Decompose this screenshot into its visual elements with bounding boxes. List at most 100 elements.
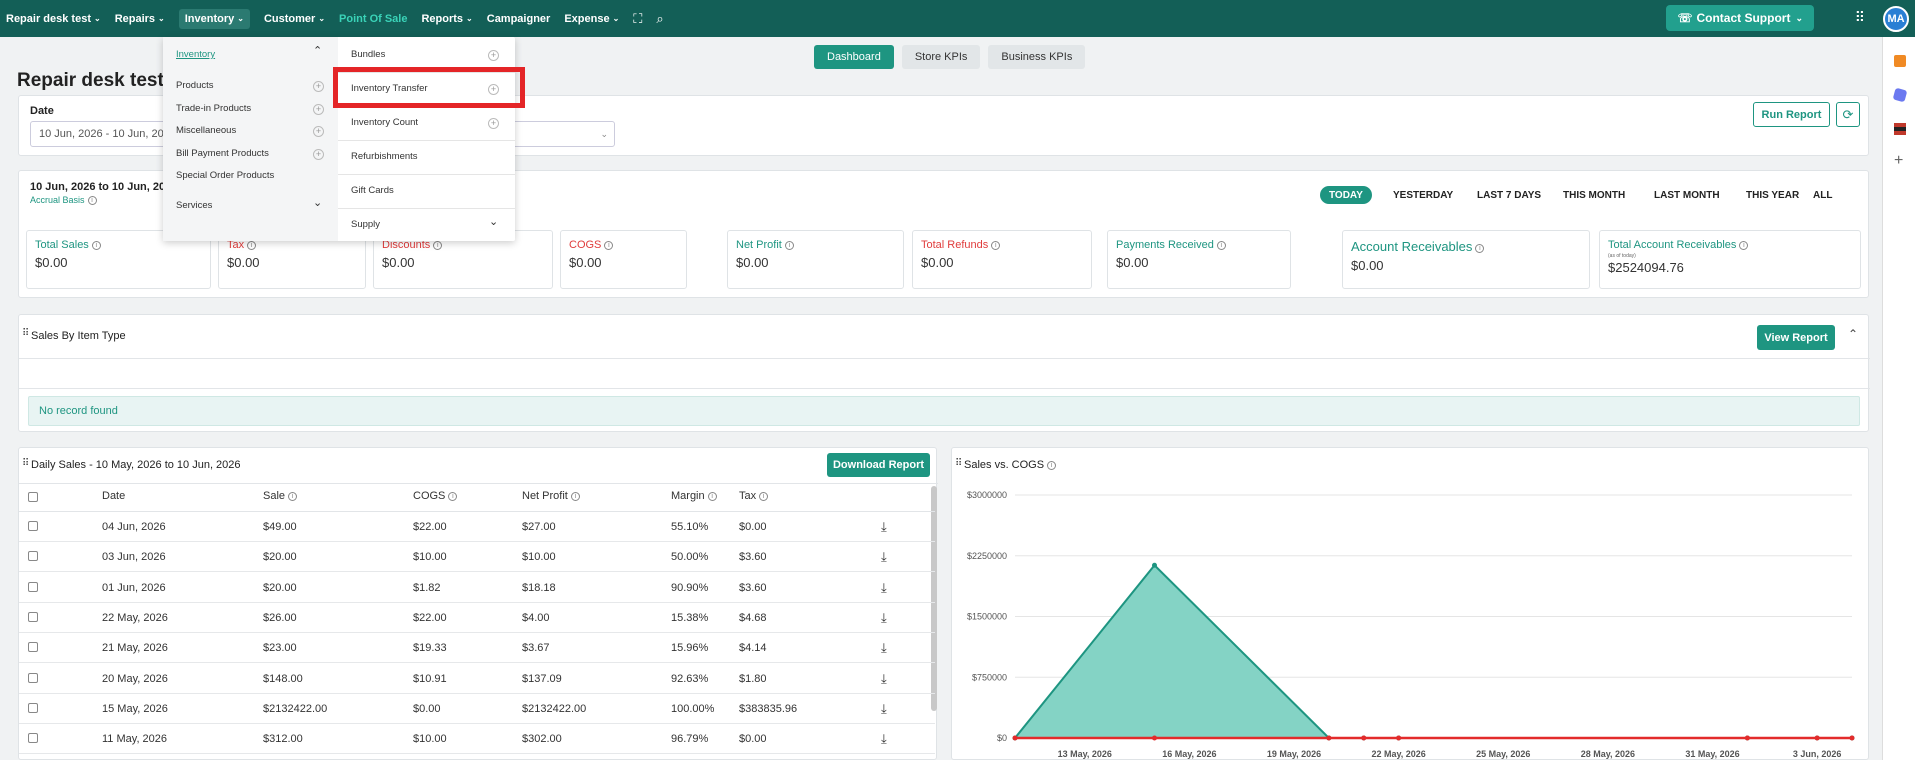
add-icon[interactable]: +: [1894, 153, 1906, 169]
period-this-year[interactable]: THIS YEAR: [1737, 186, 1808, 204]
dropdown-item-inventory-count[interactable]: Inventory Count: [351, 117, 418, 128]
info-icon[interactable]: i: [759, 492, 769, 501]
dropdown-item-inventory[interactable]: Inventory: [176, 49, 215, 60]
info-icon[interactable]: i: [288, 492, 298, 501]
avatar[interactable]: MA: [1883, 6, 1909, 32]
chevron-up-icon[interactable]: ⌃: [313, 44, 322, 57]
kpi-total-account-receivables: Total Account Receivables i (as of today) $…: [1599, 230, 1861, 289]
info-icon[interactable]: i: [784, 241, 794, 250]
apps-grid-icon[interactable]: ⠿: [1855, 9, 1865, 26]
dropdown-item-special-order-products[interactable]: Special Order Products: [176, 170, 274, 181]
dropdown-item-services[interactable]: Services: [176, 200, 212, 211]
nav-label: Expense: [564, 12, 610, 25]
period-all[interactable]: ALL: [1804, 186, 1841, 204]
y-tick-label: $0: [997, 733, 1007, 743]
date-range-input[interactable]: 10 Jun, 2026 - 10 Jun, 20: [30, 121, 180, 147]
plus-icon[interactable]: +: [488, 50, 499, 61]
download-icon[interactable]: ⤓: [881, 731, 887, 747]
nav-expense[interactable]: Expense ⌄: [564, 13, 619, 25]
period-today[interactable]: TODAY: [1320, 186, 1372, 204]
info-icon[interactable]: i: [1216, 241, 1226, 250]
info-icon[interactable]: i: [570, 492, 580, 501]
drag-handle-icon[interactable]: ⠿: [22, 328, 29, 339]
row-checkbox[interactable]: [28, 672, 38, 683]
dropdown-item-trade-in-products[interactable]: Trade-in Products: [176, 103, 251, 114]
nav-repairs[interactable]: Repairs ⌄: [115, 13, 165, 25]
divider: [338, 140, 515, 141]
summary-range: 10 Jun, 2026 to 10 Jun, 20: [30, 181, 166, 193]
download-icon[interactable]: ⤓: [881, 640, 887, 656]
office-icon[interactable]: [1894, 123, 1906, 135]
plus-icon[interactable]: +: [488, 118, 499, 129]
table-cell: $383835.96: [739, 702, 798, 715]
collapse-icon[interactable]: ⌃: [1848, 327, 1858, 341]
run-report-button[interactable]: Run Report: [1753, 102, 1830, 127]
dropdown-item-supply[interactable]: Supply: [351, 219, 380, 230]
refresh-icon[interactable]: ⟳: [1836, 102, 1860, 127]
dropdown-item-bundles[interactable]: Bundles: [351, 49, 385, 60]
kpi-label: Account Receivables i: [1351, 239, 1581, 254]
plus-icon[interactable]: +: [313, 81, 324, 92]
plus-icon[interactable]: +: [313, 104, 324, 115]
table-cell: 01 Jun, 2026: [102, 581, 166, 594]
plus-icon[interactable]: +: [313, 126, 324, 137]
scan-icon[interactable]: ⛶: [633, 11, 642, 27]
chat-icon[interactable]: [1894, 55, 1906, 67]
nav-campaigner[interactable]: Campaigner: [487, 13, 551, 25]
row-checkbox[interactable]: [28, 702, 38, 713]
info-icon[interactable]: i: [448, 492, 458, 501]
row-checkbox[interactable]: [28, 733, 38, 744]
info-icon[interactable]: i: [604, 241, 614, 250]
contact-support-button[interactable]: ☏ Contact Support ⌄: [1666, 5, 1814, 31]
info-icon[interactable]: i: [433, 241, 443, 250]
view-report-button[interactable]: View Report: [1757, 325, 1835, 350]
tab-business-kpis[interactable]: Business KPIs: [988, 45, 1086, 69]
nav-reports[interactable]: Reports ⌄: [421, 13, 472, 25]
period-last-month[interactable]: LAST MONTH: [1645, 186, 1729, 204]
data-point: [1361, 735, 1367, 741]
kpi-label-text: Total Account Receivables: [1608, 239, 1737, 251]
download-icon[interactable]: ⤓: [881, 519, 887, 535]
chevron-down-icon[interactable]: ⌄: [313, 196, 322, 209]
row-checkbox[interactable]: [28, 642, 38, 653]
download-icon[interactable]: ⤓: [881, 671, 887, 687]
download-icon[interactable]: ⤓: [881, 580, 887, 596]
drag-handle-icon[interactable]: ⠿: [22, 458, 29, 469]
tab-store-kpis[interactable]: Store KPIs: [901, 45, 981, 69]
info-icon[interactable]: i: [1739, 241, 1749, 250]
drag-handle-icon[interactable]: ⠿: [955, 458, 962, 469]
chevron-down-icon[interactable]: ⌄: [489, 215, 498, 228]
info-icon[interactable]: i: [707, 492, 717, 501]
dropdown-item-products[interactable]: Products: [176, 80, 214, 91]
right-sidebar: +: [1882, 37, 1915, 760]
period-this-month[interactable]: THIS MONTH: [1554, 186, 1634, 204]
download-icon[interactable]: ⤓: [881, 701, 887, 717]
nav-customer[interactable]: Customer ⌄: [264, 13, 325, 25]
download-report-button[interactable]: Download Report: [827, 453, 930, 477]
dropdown-item-gift-cards[interactable]: Gift Cards: [351, 185, 394, 196]
puzzle-icon[interactable]: [1892, 87, 1908, 103]
info-icon[interactable]: i: [1475, 244, 1485, 253]
download-icon[interactable]: ⤓: [881, 610, 887, 626]
row-checkbox[interactable]: [28, 581, 38, 592]
period-yesterday[interactable]: YESTERDAY: [1384, 186, 1462, 204]
download-icon[interactable]: ⤓: [881, 549, 887, 565]
plus-icon[interactable]: +: [313, 149, 324, 160]
table-cell: 22 May, 2026: [102, 611, 168, 624]
dropdown-item-miscellaneous[interactable]: Miscellaneous: [176, 125, 236, 136]
select-all-checkbox[interactable]: [28, 492, 38, 502]
info-icon[interactable]: i: [91, 241, 101, 250]
dropdown-item-bill-payment-products[interactable]: Bill Payment Products: [176, 148, 269, 159]
info-icon[interactable]: i: [247, 241, 257, 250]
dropdown-item-refurbishments[interactable]: Refurbishments: [351, 151, 418, 162]
row-checkbox[interactable]: [28, 521, 38, 531]
period-last-7-days[interactable]: LAST 7 DAYS: [1468, 186, 1550, 204]
search-icon[interactable]: ⌕: [656, 11, 663, 27]
tab-dashboard[interactable]: Dashboard: [814, 45, 894, 69]
row-checkbox[interactable]: [28, 551, 38, 562]
row-checkbox[interactable]: [28, 611, 38, 622]
nav-repair-desk-test[interactable]: Repair desk test ⌄: [6, 13, 101, 25]
info-icon[interactable]: i: [991, 241, 1001, 250]
nav-inventory[interactable]: Inventory ⌄: [178, 8, 250, 29]
nav-point-of-sale[interactable]: Point Of Sale: [339, 13, 407, 25]
